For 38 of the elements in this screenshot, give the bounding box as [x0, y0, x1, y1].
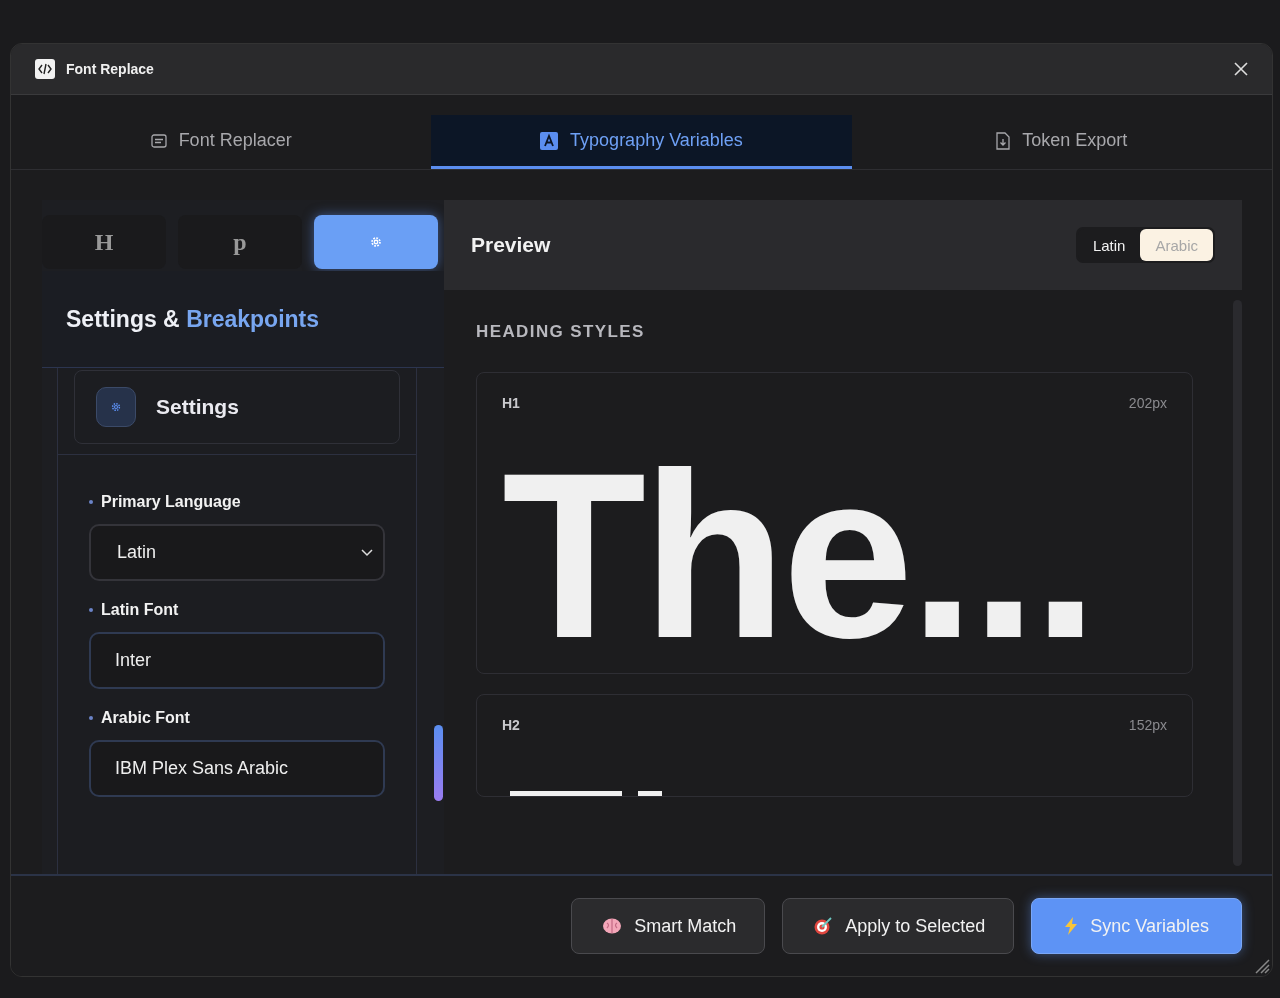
settings-icon	[369, 235, 383, 249]
action-button[interactable]: Apply to Selected	[782, 898, 1015, 954]
field-label: Latin Font	[101, 601, 179, 619]
font-size-label: 152px	[1128, 717, 1167, 733]
settings-icon	[110, 401, 122, 413]
section-title: Settings	[156, 395, 239, 419]
target-icon	[813, 916, 834, 936]
close-icon	[1234, 62, 1248, 76]
heading-level-tab[interactable]: H	[42, 215, 166, 269]
letter-a-icon	[540, 131, 559, 150]
font-input-field[interactable]: Inter	[89, 632, 385, 689]
window-title: Font Replace	[66, 61, 155, 77]
action-button[interactable]: Smart Match	[571, 898, 766, 954]
scrollbar-thumb[interactable]	[434, 725, 443, 801]
font-input-field[interactable]: IBM Plex Sans Arabic	[89, 740, 385, 797]
bullet-dot	[89, 716, 93, 720]
language-select[interactable]: Latin	[89, 524, 385, 581]
heading-tag: H1	[502, 395, 520, 411]
preview-title: Preview	[471, 233, 551, 257]
brain-icon	[602, 917, 623, 935]
file-download-icon	[996, 131, 1011, 150]
tab[interactable]: Font Replacer	[11, 115, 432, 169]
list-icon	[150, 133, 167, 148]
bullet-dot	[89, 500, 93, 504]
tab[interactable]: Typography Variables	[431, 115, 852, 169]
field-label: Primary Language	[101, 493, 241, 511]
field-label: Arabic Font	[101, 709, 190, 727]
panel-title: Settings & Breakpoints	[66, 305, 320, 333]
sample-text: The...	[502, 437, 1096, 673]
font-size-label: 202px	[1128, 395, 1167, 411]
code-icon	[35, 59, 55, 79]
bullet-dot	[89, 608, 93, 612]
heading-tag: H2	[502, 717, 520, 733]
section-heading: HEADING STYLES	[476, 322, 646, 342]
chevron-down-icon	[361, 548, 373, 557]
tab[interactable]: Token Export	[851, 115, 1272, 169]
heading-level-tab[interactable]: p	[178, 215, 302, 269]
lightning-icon	[1064, 916, 1079, 936]
